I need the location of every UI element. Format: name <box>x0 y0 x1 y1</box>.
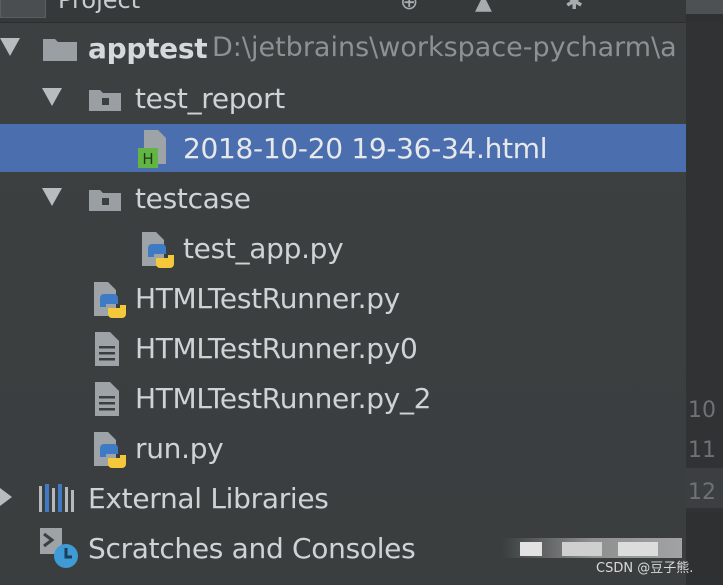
tree-row-external-libraries[interactable]: External Libraries <box>0 474 686 522</box>
tree-label-apptest: apptest <box>88 32 208 65</box>
tree-label-htmltestrunner: HTMLTestRunner.py <box>135 282 400 315</box>
collapse-arrow-icon[interactable] <box>0 488 12 506</box>
tree-label-report-html: 2018-10-20 19-36-34.html <box>183 132 548 165</box>
tree-path-apptest: D:\jetbrains\workspace-pycharm\a <box>212 32 677 63</box>
tree-row-test-report[interactable]: test_report <box>0 74 686 122</box>
tree-label-run: run.py <box>135 432 224 465</box>
line-number: 12 <box>688 480 716 505</box>
tree-row-test-app[interactable]: test_app.py <box>0 224 686 272</box>
python-file-icon <box>94 432 126 468</box>
blurred-overlay <box>562 542 602 556</box>
text-file-icon <box>95 382 119 416</box>
project-title[interactable]: Project <box>58 0 140 14</box>
tree-row-htmltestrunner-py0[interactable]: HTMLTestRunner.py0 <box>0 324 686 372</box>
scratches-icon <box>40 528 78 568</box>
project-tool-window: Project ⊕ ▲ ✱ apptest D:\jetbrains\works… <box>0 0 686 585</box>
tree-row-run[interactable]: run.py <box>0 424 686 472</box>
python-file-icon <box>142 232 174 268</box>
gear-icon[interactable]: ✱ <box>565 0 591 16</box>
html-icon-letter: H <box>142 150 153 168</box>
csdn-watermark: CSDN @豆子熊. <box>596 561 694 576</box>
tree-label-test-app: test_app.py <box>183 232 344 265</box>
collapse-icon[interactable]: ▲ <box>475 0 501 16</box>
editor-gutter-strip: 10 11 12 <box>686 0 723 585</box>
tree-row-report-html[interactable]: H 2018-10-20 19-36-34.html <box>0 124 686 172</box>
tree-label-testcase: testcase <box>135 182 251 215</box>
library-icon <box>39 484 74 512</box>
python-file-icon <box>94 282 126 318</box>
package-folder-icon <box>89 190 121 211</box>
expand-arrow-icon[interactable] <box>0 38 20 56</box>
expand-arrow-icon[interactable] <box>42 188 62 206</box>
blurred-overlay <box>520 542 542 556</box>
tree-row-htmltestrunner[interactable]: HTMLTestRunner.py <box>0 274 686 322</box>
globe-icon[interactable]: ⊕ <box>400 0 426 16</box>
line-number: 11 <box>688 438 716 463</box>
tree-label-test-report: test_report <box>135 82 285 115</box>
editor-tab[interactable] <box>686 0 723 14</box>
package-folder-icon <box>89 90 121 111</box>
tree-label-external-libraries: External Libraries <box>88 482 329 515</box>
project-tab-icon[interactable] <box>0 0 46 18</box>
blurred-overlay <box>618 542 658 556</box>
tree-label-htmltestrunner-py0: HTMLTestRunner.py0 <box>135 332 418 365</box>
line-number: 10 <box>688 398 716 423</box>
tree-row-testcase[interactable]: testcase <box>0 174 686 222</box>
tree-row-htmltestrunner-py2[interactable]: HTMLTestRunner.py_2 <box>0 374 686 422</box>
expand-arrow-icon[interactable] <box>42 88 62 106</box>
project-header: Project ⊕ ▲ ✱ <box>0 0 686 23</box>
tree-label-htmltestrunner-py2: HTMLTestRunner.py_2 <box>135 382 432 415</box>
text-file-icon <box>95 332 119 366</box>
html-file-icon: H <box>138 130 166 168</box>
tree-row-apptest[interactable]: apptest D:\jetbrains\workspace-pycharm\a <box>0 24 686 72</box>
tree-label-scratches: Scratches and Consoles <box>88 532 416 565</box>
folder-icon <box>43 39 77 61</box>
